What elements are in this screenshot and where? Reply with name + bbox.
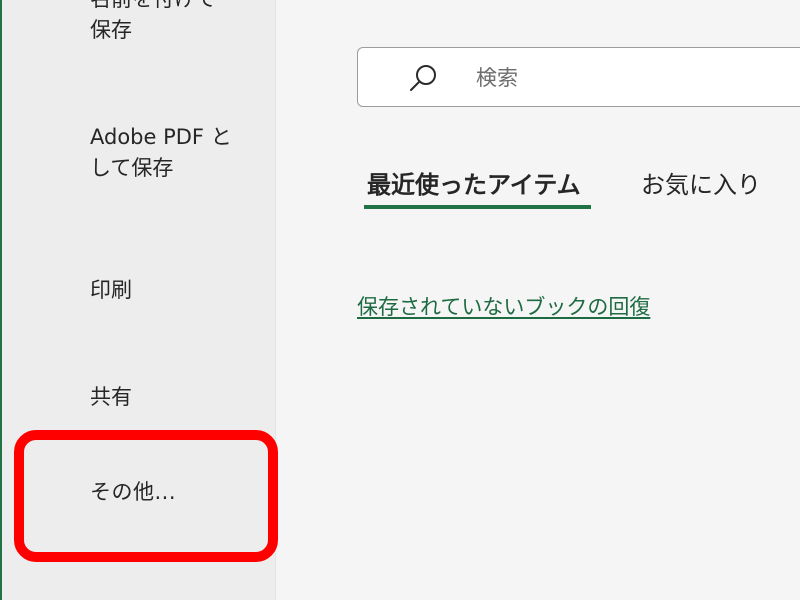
sidebar-item-save-as-adobe-pdf[interactable]: Adobe PDF と して保存 bbox=[90, 122, 232, 184]
sidebar-item-label-line-2: 保存 bbox=[90, 18, 132, 42]
sidebar-item-more[interactable]: その他... bbox=[90, 477, 176, 508]
tab-favorites[interactable]: お気に入り bbox=[641, 167, 761, 203]
sidebar-item-print[interactable]: 印刷 bbox=[90, 275, 132, 306]
sidebar-item-save-as-name[interactable]: 名前を付けて 保存 bbox=[90, 0, 216, 46]
backstage-screen: 名前を付けて 保存 Adobe PDF と して保存 印刷 共有 その他... … bbox=[0, 0, 800, 600]
sidebar-item-label-line-2: して保存 bbox=[90, 156, 174, 180]
sidebar-item-label: その他... bbox=[90, 480, 177, 504]
sidebar-item-label-line-1: 名前を付けて bbox=[90, 0, 216, 15]
tab-recent-items[interactable]: 最近使ったアイテム bbox=[367, 167, 581, 203]
sidebar-divider bbox=[275, 0, 276, 600]
sidebar-item-label: 共有 bbox=[90, 385, 132, 409]
search-placeholder: 検索 bbox=[476, 66, 518, 90]
active-tab-indicator bbox=[364, 205, 591, 209]
sidebar-item-label-line-1: Adobe PDF と bbox=[90, 125, 232, 149]
search-icon bbox=[410, 65, 436, 91]
sidebar-item-label: 印刷 bbox=[90, 278, 132, 302]
backstage-sidebar: 名前を付けて 保存 Adobe PDF と して保存 印刷 共有 その他... bbox=[2, 0, 275, 600]
sidebar-item-share[interactable]: 共有 bbox=[90, 382, 132, 413]
recover-unsaved-workbooks-link[interactable]: 保存されていないブックの回復 bbox=[357, 292, 650, 323]
search-input[interactable]: 検索 bbox=[357, 47, 800, 107]
